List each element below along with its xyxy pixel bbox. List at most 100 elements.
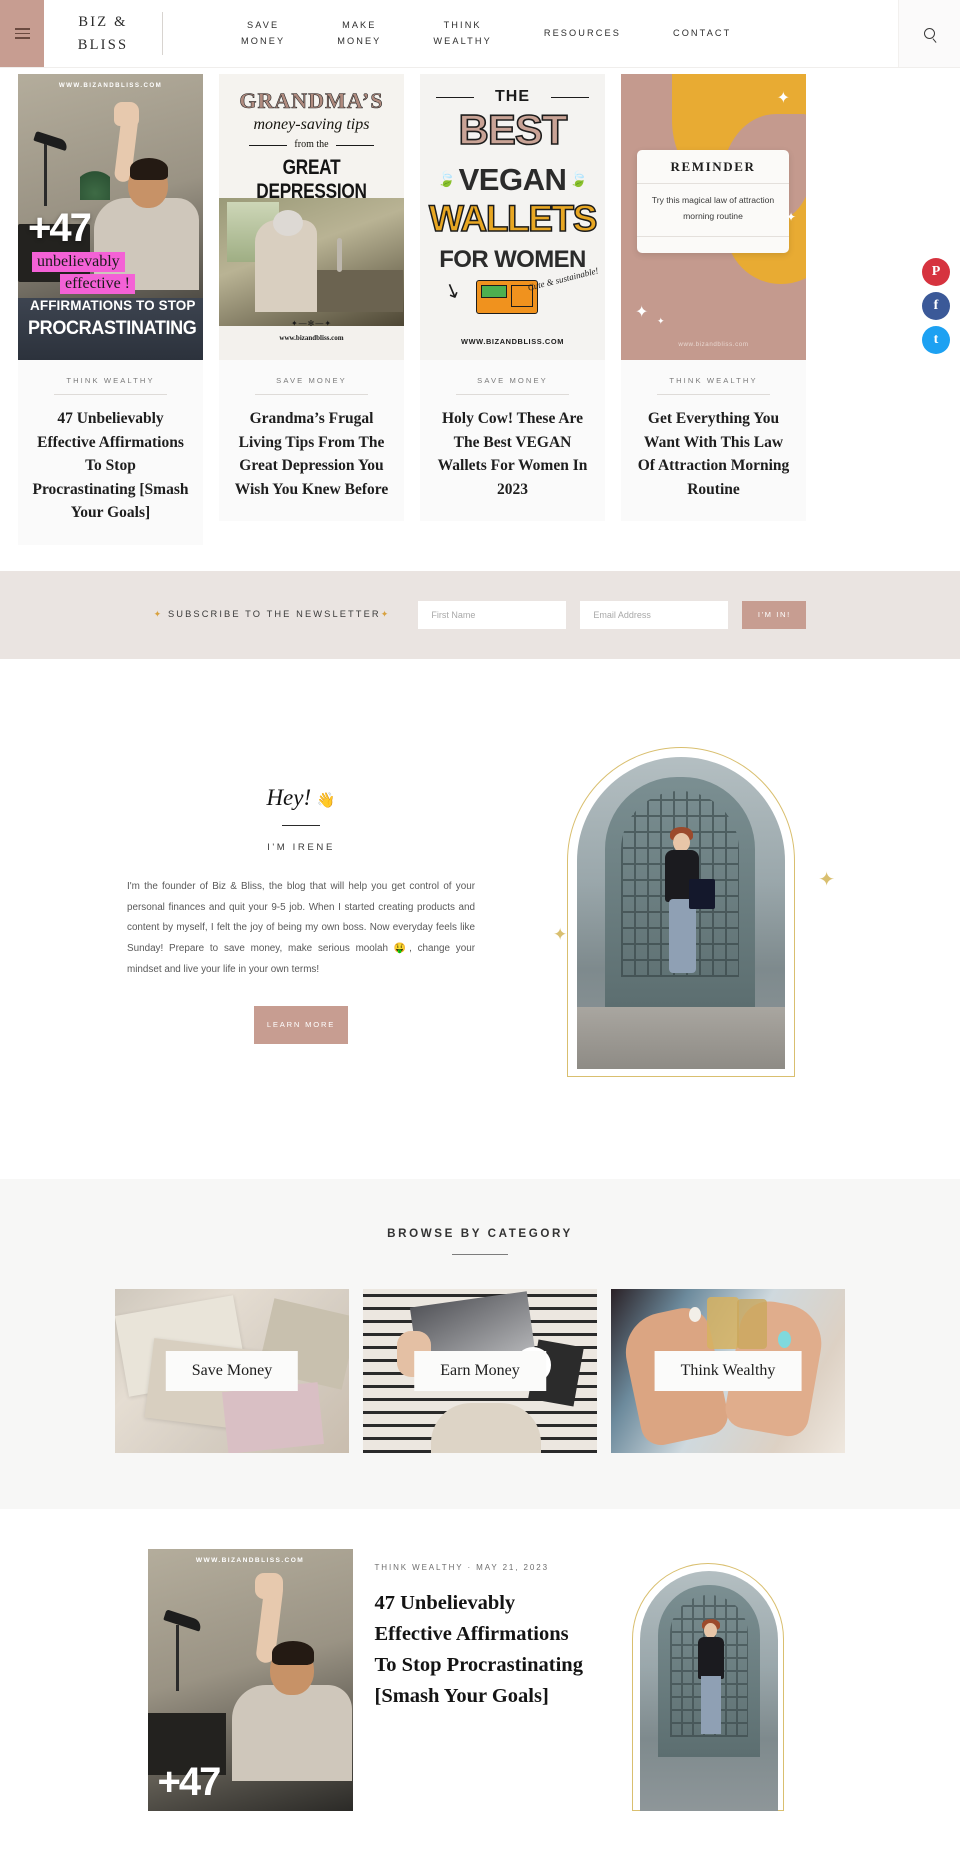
learn-more-button[interactable]: LEARN MORE [254, 1006, 348, 1045]
featured-title-3[interactable]: Holy Cow! These Are The Best VEGAN Walle… [434, 407, 591, 521]
star-icon-right: ✦ [380, 609, 391, 620]
sink-shape [315, 270, 403, 312]
featured-category-1[interactable]: THINK WEALTHY [32, 376, 189, 394]
site-logo[interactable]: BIZ & BLISS [44, 0, 162, 67]
featured-title-4[interactable]: Get Everything You Want With This Law Of… [635, 407, 792, 521]
featured-card-2[interactable]: GRANDMA’S money-saving tips from the GRE… [219, 74, 404, 522]
categories-heading: BROWSE BY CATEGORY [387, 1226, 573, 1240]
pin3-best: BEST [458, 105, 569, 154]
menu-toggle-button[interactable] [0, 0, 44, 67]
about-divider [282, 824, 320, 827]
featured-thumbnail-4[interactable]: ✦ REMINDER Try this magical law of attra… [621, 74, 806, 360]
nav-item-resources[interactable]: RESOURCES [518, 26, 647, 41]
featured-meta-3: SAVE MONEY Holy Cow! These Are The Best … [420, 360, 605, 521]
newsletter-label: ✦ SUBSCRIBE TO THE NEWSLETTER✦ [154, 609, 391, 620]
post-portrait-photo [639, 1571, 778, 1812]
sparkle-icon-left: ✦ [553, 924, 568, 944]
post-content: THINK WEALTHY · MAY 21, 2023 47 Unbeliev… [353, 1549, 608, 1711]
featured-thumbnail-2[interactable]: GRANDMA’S money-saving tips from the GRE… [219, 74, 404, 360]
newsletter-submit-button[interactable]: I'M IN! [742, 600, 807, 629]
search-button[interactable] [898, 0, 960, 67]
hamburger-icon [14, 25, 30, 41]
category-card-earn-money[interactable]: Earn Money [363, 1289, 597, 1454]
facebook-share-button[interactable]: f [922, 292, 950, 320]
latest-posts-section: WWW.BIZANDBLISS.COM +47 THINK WEALTHY · … [0, 1509, 960, 1832]
brand-line-2: BLISS [77, 36, 129, 53]
portrait-jeans-shape [669, 898, 696, 973]
about-portrait-photo [577, 756, 785, 1069]
champagne-glass-1 [707, 1297, 739, 1350]
pinterest-share-button[interactable]: P [922, 258, 950, 286]
twitter-share-button[interactable]: t [922, 326, 950, 354]
featured-rule-3 [455, 394, 570, 395]
steps-shape [577, 1006, 785, 1069]
champagne-glass-2 [737, 1299, 767, 1350]
featured-rule-2 [254, 394, 369, 395]
featured-card-4[interactable]: ✦ REMINDER Try this magical law of attra… [621, 74, 806, 522]
featured-card-1[interactable]: WWW.BIZANDBLISS.COM +47 unbelievably eff… [18, 74, 203, 545]
post-thumbnail-url: WWW.BIZANDBLISS.COM [195, 1557, 305, 1565]
featured-thumbnail-1[interactable]: WWW.BIZANDBLISS.COM +47 unbelievably eff… [18, 74, 203, 360]
post-side-image [608, 1549, 813, 1812]
sweater-shape-2 [431, 1403, 541, 1454]
category-card-think-wealthy[interactable]: Think Wealthy [611, 1289, 845, 1454]
page-bottom-spacer [0, 1831, 960, 1845]
featured-rule-1 [53, 394, 168, 395]
sparkle-icon-4: ✦ [657, 316, 665, 326]
featured-title-2[interactable]: Grandma’s Frugal Living Tips From The Gr… [233, 407, 390, 521]
featured-category-2[interactable]: SAVE MONEY [233, 376, 390, 394]
featured-rule-4 [656, 394, 771, 395]
category-label-1: Save Money [165, 1351, 299, 1392]
about-section: Hey! 👋 I'M IRENE I'm the founder of Biz … [0, 658, 960, 1179]
pin-url-1: WWW.BIZANDBLISS.COM [58, 82, 163, 89]
about-body-text: I'm the founder of Biz & Bliss, the blog… [127, 881, 475, 975]
pinterest-icon: P [931, 264, 941, 279]
facebook-icon: f [933, 298, 939, 313]
post-thumbnail[interactable]: WWW.BIZANDBLISS.COM +47 [147, 1549, 353, 1812]
post-portrait-jeans-shape [700, 1676, 721, 1735]
search-icon [924, 28, 935, 39]
featured-thumbnail-3[interactable]: THE BEST 🍃 🍃 VEGAN WALLETS FOR WOMEN ↘ C… [420, 74, 605, 360]
pin2-line-3: from the [294, 139, 329, 150]
newsletter-first-name-input[interactable] [418, 600, 567, 629]
reminder-card-footer [637, 237, 789, 253]
nav-item-contact[interactable]: CONTACT [647, 26, 757, 41]
nav-item-save-money[interactable]: SAVE MONEY [215, 18, 311, 48]
about-text-column: Hey! 👋 I'M IRENE I'm the founder of Biz … [121, 719, 481, 1045]
about-greeting: Hey! 👋 [121, 785, 481, 811]
waving-hand-icon: 👋 [316, 792, 336, 809]
category-label-3: Think Wealthy [654, 1351, 802, 1392]
site-header: BIZ & BLISS SAVE MONEY MAKE MONEY THINK … [0, 0, 960, 68]
sparkle-icon-3: ✦ [635, 304, 649, 321]
brand-line-1: BIZ & [78, 14, 128, 31]
faucet-shape [337, 238, 342, 272]
main-navigation: SAVE MONEY MAKE MONEY THINK WEALTHY RESO… [163, 0, 898, 67]
featured-meta-2: SAVE MONEY Grandma’s Frugal Living Tips … [219, 360, 404, 521]
post-meta: THINK WEALTHY · MAY 21, 2023 [374, 1563, 549, 1573]
featured-category-3[interactable]: SAVE MONEY [434, 376, 591, 394]
nav-item-make-money[interactable]: MAKE MONEY [311, 18, 407, 48]
post-lamp-pole-shape [175, 1625, 179, 1692]
pin-number-1: +47 [28, 206, 92, 250]
sparkle-icon-2: ✦ [785, 210, 796, 224]
about-photo-column: ✦ ✦ [529, 719, 839, 1109]
pin3-the: THE [495, 88, 530, 105]
pin-highlight-1a: unbelievably [32, 252, 125, 272]
social-share-rail: P f t [922, 258, 950, 354]
featured-card-3[interactable]: THE BEST 🍃 🍃 VEGAN WALLETS FOR WOMEN ↘ C… [420, 74, 605, 522]
about-greeting-text: Hey! [266, 784, 312, 810]
portrait-head-shape [673, 832, 690, 852]
grandma-hair-shape [273, 210, 303, 236]
newsletter-email-input[interactable] [580, 600, 729, 629]
post-person-body-shape [231, 1685, 352, 1782]
pin-line-1a: AFFIRMATIONS TO STOP [30, 298, 196, 313]
post-title[interactable]: 47 Unbelievably Effective Affirmations T… [375, 1588, 586, 1711]
category-card-save-money[interactable]: Save Money [115, 1289, 349, 1454]
featured-title-1[interactable]: 47 Unbelievably Effective Affirmations T… [32, 407, 189, 545]
nav-item-think-wealthy[interactable]: THINK WEALTHY [407, 18, 517, 48]
pin3-url: WWW.BIZANDBLISS.COM [461, 337, 564, 346]
post-portrait-top-shape [697, 1637, 724, 1680]
featured-category-4[interactable]: THINK WEALTHY [635, 376, 792, 394]
reminder-card-body: Try this magical law of attraction morni… [637, 184, 789, 237]
post-person-hair-shape [271, 1641, 314, 1666]
